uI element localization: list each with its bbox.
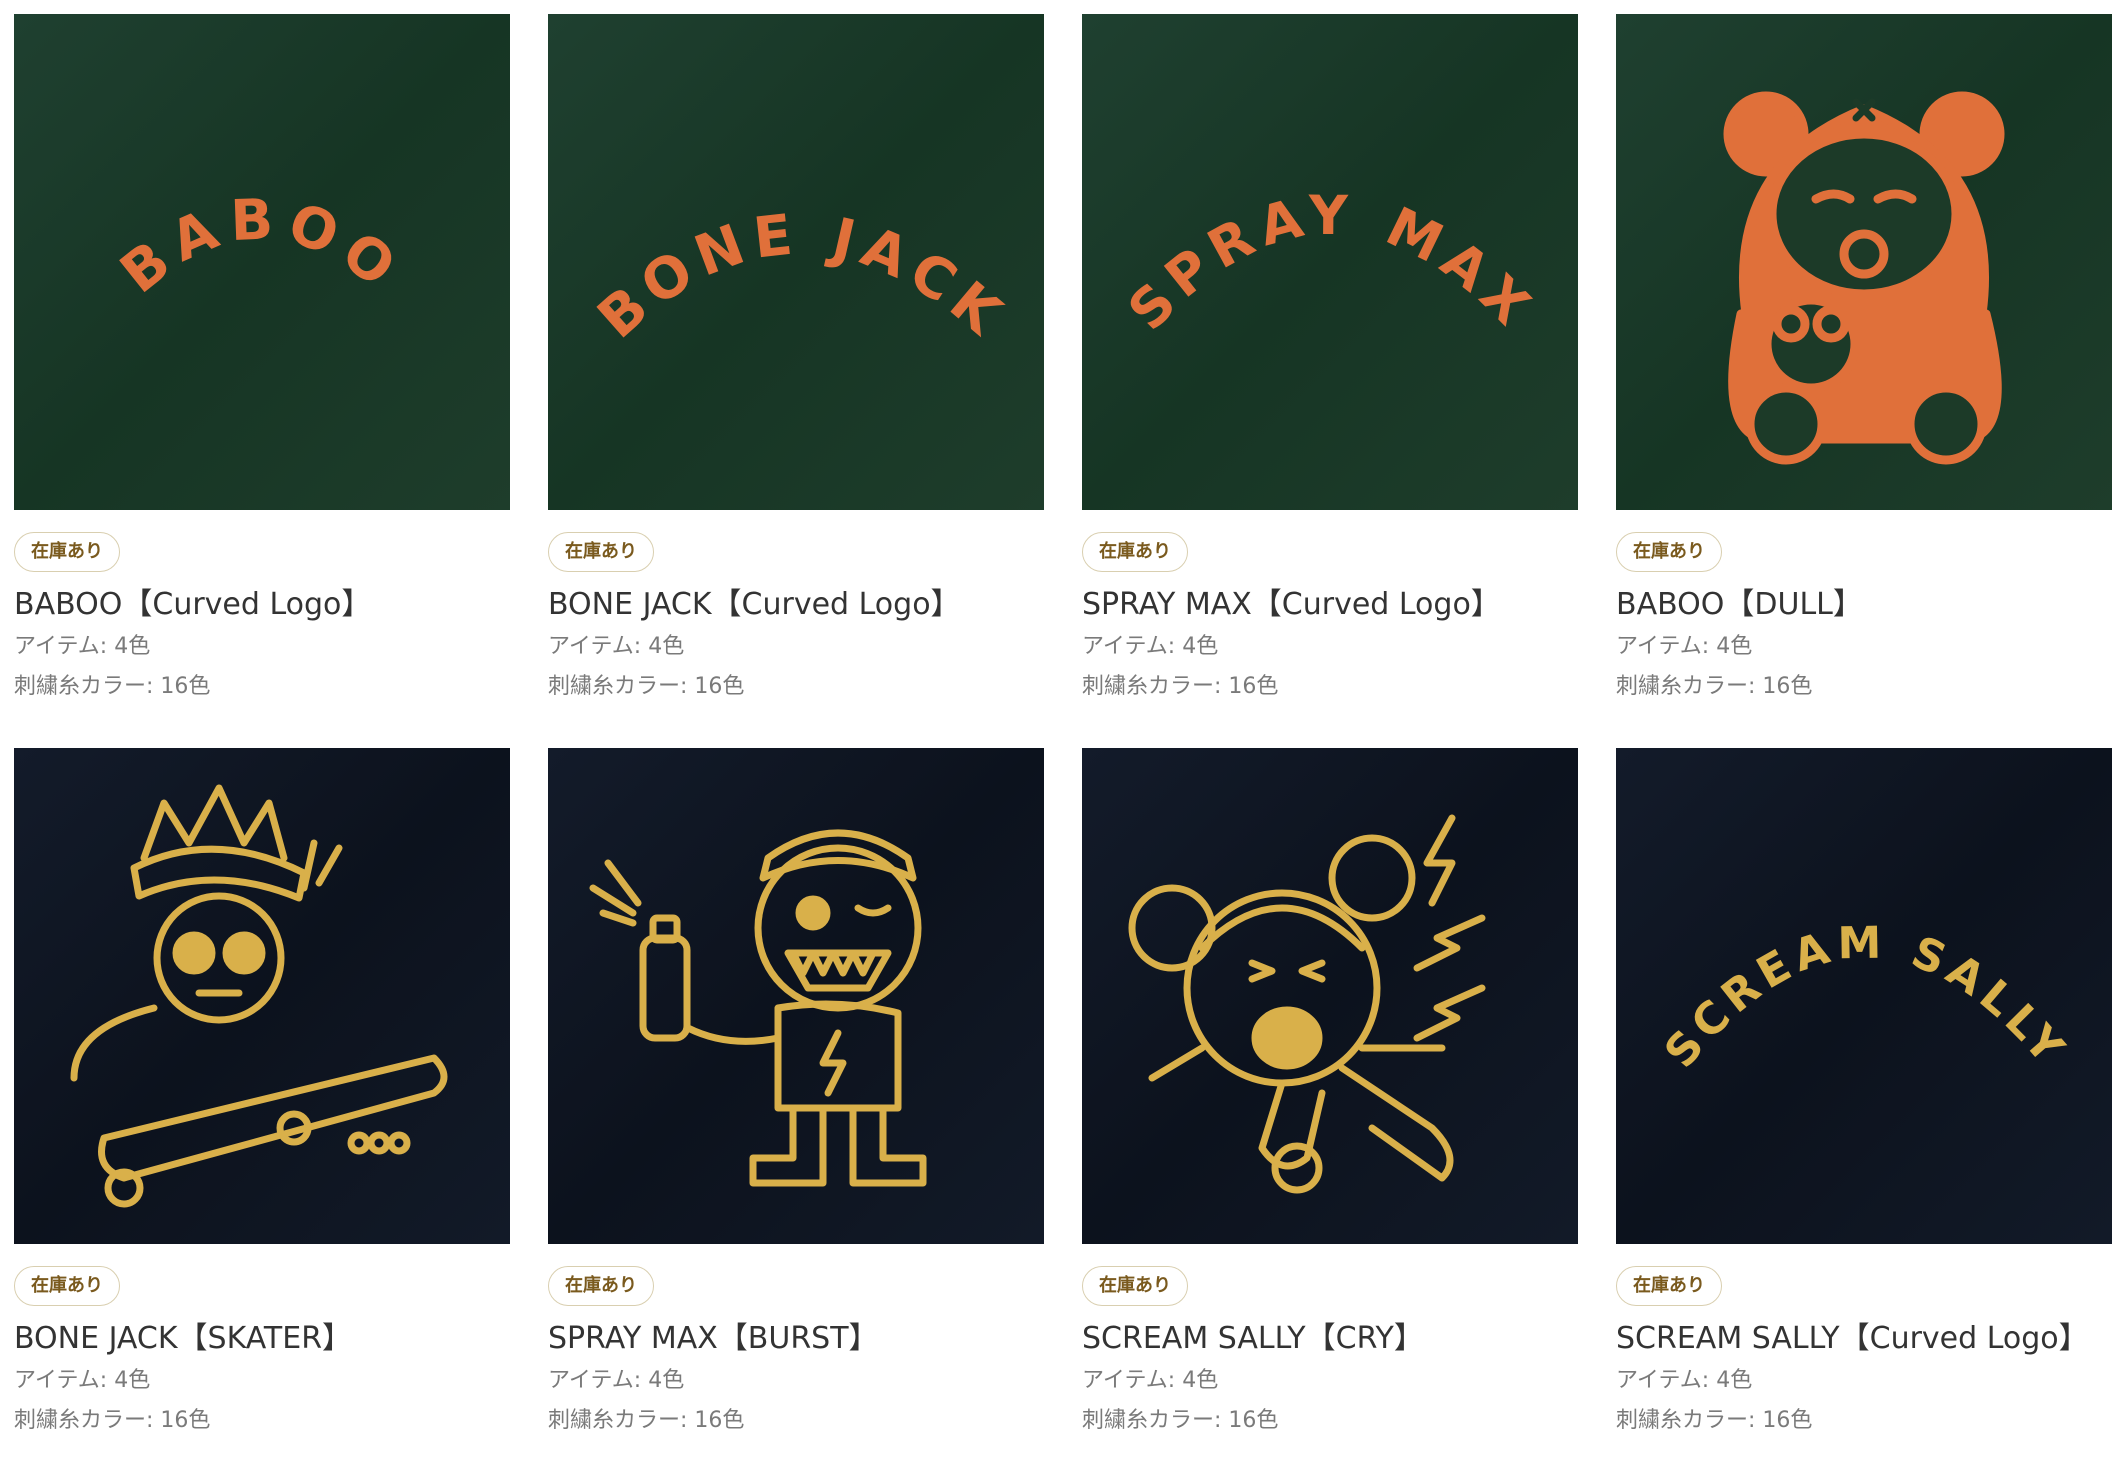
item-colors: アイテム: 4色	[548, 634, 685, 659]
embroidery-preview: BONE JACK	[548, 14, 1044, 510]
product-title[interactable]: BONE JACK【SKATER】	[14, 1320, 510, 1358]
item-colors: アイテム: 4色	[548, 1368, 685, 1393]
product-card[interactable]: 在庫あり BONE JACK【SKATER】 アイテム: 4色 刺繍糸カラー: …	[14, 748, 510, 1436]
item-colors: アイテム: 4色	[14, 1368, 151, 1393]
stock-badge: 在庫あり	[1616, 1266, 1722, 1306]
stock-badge: 在庫あり	[548, 1266, 654, 1306]
item-colors: アイテム: 4色	[1082, 1368, 1219, 1393]
product-title[interactable]: SPRAY MAX【BURST】	[548, 1320, 1044, 1358]
product-card[interactable]: 在庫あり SCREAM SALLY【CRY】 アイテム: 4色 刺繍糸カラー: …	[1082, 748, 1578, 1436]
embroidery-preview	[1616, 14, 2112, 510]
embroidery-preview	[1082, 748, 1578, 1244]
embroidery-preview	[548, 748, 1044, 1244]
embroidery-preview: SCREAM SALLY	[1616, 748, 2112, 1244]
product-image[interactable]	[1082, 748, 1578, 1244]
item-colors: アイテム: 4色	[1616, 1368, 1753, 1393]
product-image[interactable]	[14, 748, 510, 1244]
product-title[interactable]: SCREAM SALLY【CRY】	[1082, 1320, 1578, 1358]
stock-badge: 在庫あり	[1082, 1266, 1188, 1306]
embroidery-preview	[14, 748, 510, 1244]
product-image[interactable]: BABOO	[14, 14, 510, 510]
product-image[interactable]: SPRAY MAX	[1082, 14, 1578, 510]
product-card[interactable]: BONE JACK 在庫あり BONE JACK【Curved Logo】 アイ…	[548, 14, 1044, 702]
product-card[interactable]: SCREAM SALLY 在庫あり SCREAM SALLY【Curved Lo…	[1616, 748, 2112, 1436]
product-title[interactable]: SPRAY MAX【Curved Logo】	[1082, 586, 1578, 624]
product-image[interactable]: SCREAM SALLY	[1616, 748, 2112, 1244]
thread-colors: 刺繍糸カラー: 16色	[1616, 1408, 1813, 1433]
product-card[interactable]: BABOO 在庫あり BABOO【Curved Logo】 アイテム: 4色 刺…	[14, 14, 510, 702]
product-card[interactable]: 在庫あり SPRAY MAX【BURST】 アイテム: 4色 刺繍糸カラー: 1…	[548, 748, 1044, 1436]
stock-badge: 在庫あり	[1616, 532, 1722, 572]
product-image[interactable]	[548, 748, 1044, 1244]
thread-colors: 刺繍糸カラー: 16色	[1082, 1408, 1279, 1433]
product-image[interactable]: BONE JACK	[548, 14, 1044, 510]
product-image[interactable]	[1616, 14, 2112, 510]
thread-colors: 刺繍糸カラー: 16色	[14, 1408, 211, 1433]
stock-badge: 在庫あり	[548, 532, 654, 572]
thread-colors: 刺繍糸カラー: 16色	[1616, 674, 1813, 699]
stock-badge: 在庫あり	[1082, 532, 1188, 572]
embroidery-preview: SPRAY MAX	[1082, 14, 1578, 510]
thread-colors: 刺繍糸カラー: 16色	[548, 1408, 745, 1433]
bear-baby-icon	[1723, 91, 2005, 465]
product-grid: BABOO 在庫あり BABOO【Curved Logo】 アイテム: 4色 刺…	[14, 14, 2112, 1436]
stock-badge: 在庫あり	[14, 532, 120, 572]
thread-colors: 刺繍糸カラー: 16色	[14, 674, 211, 699]
item-colors: アイテム: 4色	[1616, 634, 1753, 659]
product-title[interactable]: BONE JACK【Curved Logo】	[548, 586, 1044, 624]
product-card[interactable]: SPRAY MAX 在庫あり SPRAY MAX【Curved Logo】 アイ…	[1082, 14, 1578, 702]
thread-colors: 刺繍糸カラー: 16色	[548, 674, 745, 699]
stock-badge: 在庫あり	[14, 1266, 120, 1306]
product-title[interactable]: SCREAM SALLY【Curved Logo】	[1616, 1320, 2112, 1358]
product-title[interactable]: BABOO【Curved Logo】	[14, 586, 510, 624]
item-colors: アイテム: 4色	[14, 634, 151, 659]
item-colors: アイテム: 4色	[1082, 634, 1219, 659]
product-title[interactable]: BABOO【DULL】	[1616, 586, 2112, 624]
thread-colors: 刺繍糸カラー: 16色	[1082, 674, 1279, 699]
embroidery-preview: BABOO	[14, 14, 510, 510]
product-card[interactable]: 在庫あり BABOO【DULL】 アイテム: 4色 刺繍糸カラー: 16色	[1616, 14, 2112, 702]
